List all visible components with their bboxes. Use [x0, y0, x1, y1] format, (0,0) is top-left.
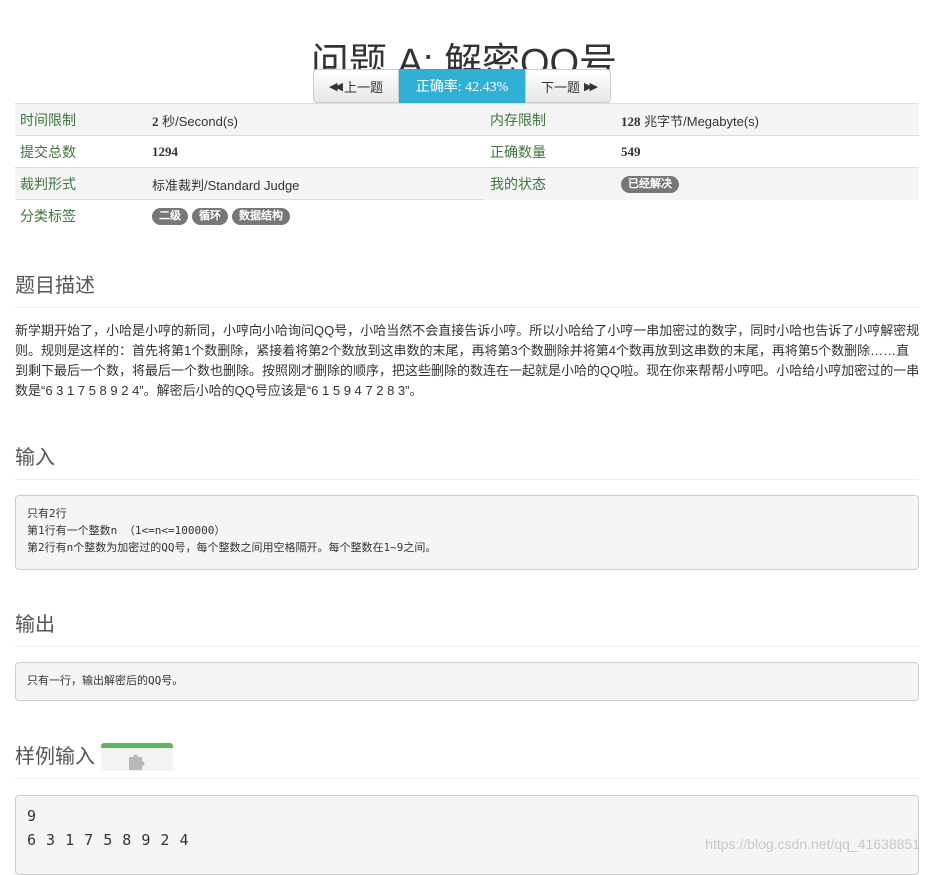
- copy-sample-button[interactable]: [101, 743, 173, 771]
- tag-badge[interactable]: 数据结构: [232, 208, 290, 225]
- time-limit-unit: 秒/Second(s): [162, 113, 238, 129]
- sample-line: 9: [27, 807, 37, 825]
- time-limit-value: 2 秒/Second(s): [152, 111, 238, 130]
- input-line: 只有2行: [27, 507, 67, 520]
- memory-limit-number: 128: [621, 113, 641, 129]
- output-heading: 输出: [15, 608, 919, 647]
- tag-badge[interactable]: 循环: [192, 208, 228, 225]
- next-problem-label: 下一题: [541, 79, 581, 95]
- status-value: 已经解决: [621, 175, 683, 193]
- status-label: 我的状态: [490, 176, 546, 192]
- description-text: 新学期开始了，小哈是小哼的新同，小哼向小哈询问QQ号，小哈当然不会直接告诉小哼。…: [15, 323, 920, 398]
- accepted-label: 正确数量: [490, 144, 546, 160]
- input-block: 只有2行第1行有一个整数n （1<=n<=100000） 第2行有n个整数为加密过…: [15, 495, 919, 570]
- output-line: 只有一行，输出解密后的QQ号。: [27, 674, 184, 687]
- sample-input-block: 96 3 1 7 5 8 9 2 4: [15, 795, 919, 875]
- accepted-value: 549: [621, 144, 641, 159]
- tags-list: 二级 循环 数据结构: [152, 207, 294, 225]
- input-line: 第2行有n个整数为加密过的QQ号，每个整数之间用空格隔开。每个整数在1~9之间。: [27, 541, 437, 554]
- watermark: https://blog.csdn.net/qq_41638851: [705, 836, 920, 852]
- status-badge: 已经解决: [621, 176, 679, 193]
- description-heading: 题目描述: [15, 269, 919, 308]
- tag-badge[interactable]: 二级: [152, 208, 188, 225]
- accuracy-button[interactable]: 正确率: 42.43%: [399, 69, 525, 103]
- puzzle-icon: [129, 754, 145, 770]
- info-row-time-limit: 时间限制 2 秒/Second(s): [15, 103, 485, 136]
- info-row-status: 我的状态 已经解决: [485, 167, 919, 200]
- time-limit-number: 2: [152, 113, 159, 129]
- info-row-tags: 分类标签 二级 循环 数据结构: [15, 199, 485, 232]
- info-row-memory-limit: 内存限制 128 兆字节/Megabyte(s): [485, 103, 919, 136]
- time-limit-label: 时间限制: [20, 112, 76, 128]
- skip-back-icon: ◀◀: [329, 80, 343, 93]
- skip-forward-icon: ▶▶: [584, 80, 598, 93]
- memory-limit-value: 128 兆字节/Megabyte(s): [621, 111, 759, 130]
- info-row-accepted: 正确数量 549: [485, 135, 919, 168]
- output-block: 只有一行，输出解密后的QQ号。: [15, 662, 919, 701]
- tags-label: 分类标签: [20, 208, 76, 224]
- submissions-value: 1294: [152, 144, 178, 159]
- info-row-judge: 裁判形式 标准裁判/Standard Judge: [15, 167, 485, 200]
- memory-limit-unit: 兆字节/Megabyte(s): [644, 113, 759, 129]
- input-heading: 输入: [15, 441, 919, 480]
- prev-problem-label: 上一题: [343, 79, 383, 95]
- input-line: 第1行有一个整数n （1<=n<=100000）: [27, 524, 226, 537]
- problem-nav: ◀◀ 上一题 正确率: 42.43% 下一题 ▶▶: [313, 69, 611, 103]
- submissions-label: 提交总数: [20, 144, 76, 160]
- next-problem-button[interactable]: 下一题 ▶▶: [525, 69, 611, 103]
- memory-limit-label: 内存限制: [490, 112, 546, 128]
- judge-value: 标准裁判/Standard Judge: [152, 177, 300, 193]
- judge-label: 裁判形式: [20, 176, 76, 192]
- prev-problem-button[interactable]: ◀◀ 上一题: [313, 69, 399, 103]
- info-row-submissions: 提交总数 1294: [15, 135, 485, 168]
